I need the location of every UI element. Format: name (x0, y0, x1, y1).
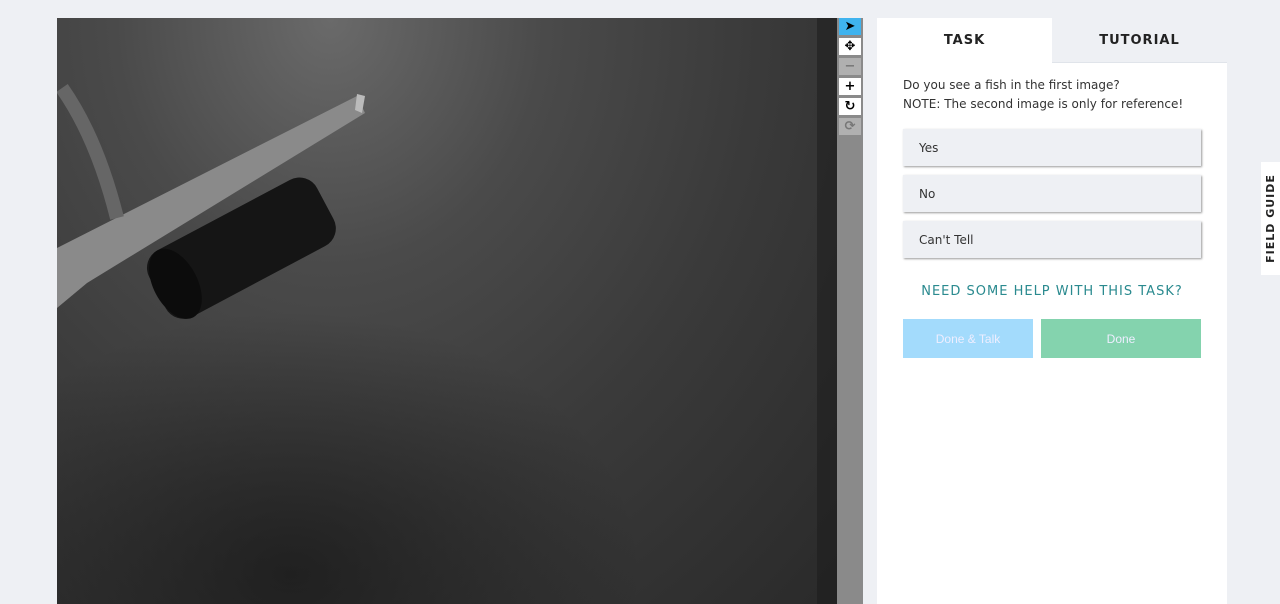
underwater-image (57, 18, 837, 604)
answer-cant-tell[interactable]: Can't Tell (903, 221, 1201, 258)
zoom-out-button[interactable]: − (839, 58, 861, 75)
cursor-arrow-icon: ➤ (844, 19, 856, 34)
field-guide-tab[interactable]: FIELD GUIDE (1261, 162, 1280, 275)
task-note: NOTE: The second image is only for refer… (903, 97, 1184, 111)
minus-icon: − (844, 59, 856, 74)
rotate-button[interactable]: ↻ (839, 98, 861, 115)
move-arrows-icon: ✥ (844, 39, 856, 54)
answer-no[interactable]: No (903, 175, 1201, 212)
done-button[interactable]: Done (1041, 319, 1201, 358)
zoom-in-button[interactable]: + (839, 78, 861, 95)
tab-task[interactable]: TASK (877, 18, 1052, 63)
answer-yes[interactable]: Yes (903, 129, 1201, 166)
subject-image[interactable] (57, 18, 837, 604)
field-guide-label: FIELD GUIDE (1264, 174, 1278, 263)
image-toolbar: ➤ ✥ − + ↻ ⟳ (837, 18, 863, 604)
tab-tutorial[interactable]: TUTORIAL (1052, 18, 1227, 63)
plus-icon: + (844, 79, 856, 94)
task-panel: TASK TUTORIAL Do you see a fish in the f… (877, 18, 1227, 604)
task-question: Do you see a fish in the first image? (903, 78, 1120, 92)
pointer-tool-button[interactable]: ➤ (839, 18, 861, 35)
refresh-icon: ⟳ (844, 119, 856, 134)
reset-button[interactable]: ⟳ (839, 118, 861, 135)
pan-tool-button[interactable]: ✥ (839, 38, 861, 55)
rotate-icon: ↻ (844, 99, 856, 114)
help-link[interactable]: NEED SOME HELP WITH THIS TASK? (877, 284, 1227, 299)
done-and-talk-button[interactable]: Done & Talk (903, 319, 1033, 358)
